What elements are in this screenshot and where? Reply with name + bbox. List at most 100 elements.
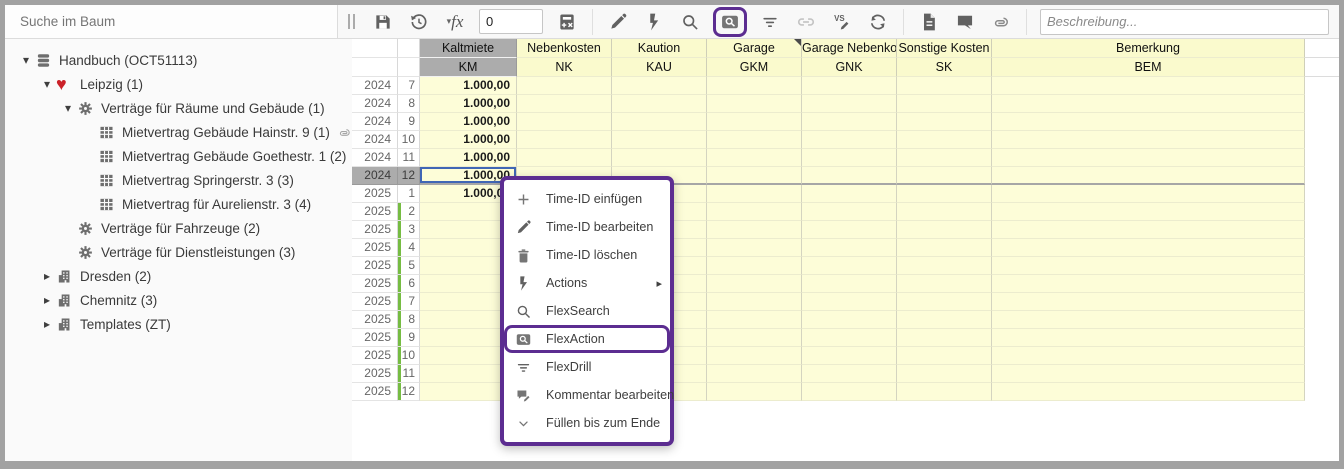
cell-bem-2024-10[interactable]	[992, 131, 1305, 149]
cell-gkm-2025-12[interactable]	[707, 383, 802, 401]
cell-kau-2024-9[interactable]	[612, 113, 707, 131]
cell-gkm-2025-3[interactable]	[707, 221, 802, 239]
tree-item[interactable]: Mietvertrag Gebäude Goethestr. 1 (2)	[5, 144, 352, 168]
cell-gnk-2025-9[interactable]	[802, 329, 897, 347]
cell-sk-2025-1[interactable]	[897, 185, 992, 203]
cell-sk-2025-4[interactable]	[897, 239, 992, 257]
expander-right-icon[interactable]: ▸	[38, 269, 56, 283]
cell-bem-2025-7[interactable]	[992, 293, 1305, 311]
cell-kau-2024-10[interactable]	[612, 131, 707, 149]
cell-gkm-2025-8[interactable]	[707, 311, 802, 329]
menu-item-actions[interactable]: Actions▸	[504, 269, 670, 297]
cell-gkm-2024-7[interactable]	[707, 77, 802, 95]
cell-sk-2025-9[interactable]	[897, 329, 992, 347]
cell-bem-2024-12[interactable]	[992, 167, 1305, 185]
tree-item[interactable]: ▸Dresden (2)	[5, 264, 352, 288]
row-header-month[interactable]: 4	[398, 239, 420, 257]
cell-gnk-2024-9[interactable]	[802, 113, 897, 131]
cell-sk-2025-8[interactable]	[897, 311, 992, 329]
cell-gnk-2025-1[interactable]	[802, 185, 897, 203]
cell-nk-2024-11[interactable]	[517, 149, 612, 167]
tree-item[interactable]: ▾♥Leipzig (1)	[5, 72, 352, 96]
row-header-year[interactable]: 2025	[352, 203, 398, 221]
row-header-month[interactable]: 1	[398, 185, 420, 203]
cell-gnk-2025-11[interactable]	[802, 365, 897, 383]
row-header-month[interactable]: 6	[398, 275, 420, 293]
column-header-nk[interactable]: NK	[517, 58, 612, 77]
row-header-month[interactable]: 9	[398, 113, 420, 131]
cell-kau-2024-8[interactable]	[612, 95, 707, 113]
cell-sk-2025-10[interactable]	[897, 347, 992, 365]
expander-right-icon[interactable]: ▸	[38, 317, 56, 331]
tree-item[interactable]: ▸Templates (ZT)	[5, 312, 352, 336]
cell-gnk-2024-12[interactable]	[802, 167, 897, 185]
cell-nk-2024-7[interactable]	[517, 77, 612, 95]
column-header-sk[interactable]: Sonstige Kosten	[897, 39, 992, 58]
link-icon-button[interactable]	[793, 9, 819, 35]
actions-icon-button[interactable]	[641, 9, 667, 35]
tree-item[interactable]: Verträge für Dienstleistungen (3)	[5, 240, 352, 264]
cell-sk-2025-5[interactable]	[897, 257, 992, 275]
history-icon-button[interactable]	[406, 9, 432, 35]
menu-item-time-id-bearbeiten[interactable]: Time-ID bearbeiten	[504, 213, 670, 241]
row-header-month[interactable]: 8	[398, 311, 420, 329]
cell-gnk-2025-8[interactable]	[802, 311, 897, 329]
row-header-month[interactable]: 12	[398, 167, 420, 185]
cell-bem-2025-3[interactable]	[992, 221, 1305, 239]
cell-gnk-2025-4[interactable]	[802, 239, 897, 257]
row-header-month[interactable]: 2	[398, 203, 420, 221]
row-header-year[interactable]: 2025	[352, 239, 398, 257]
row-header-year[interactable]: 2024	[352, 167, 398, 185]
cell-kau-2024-11[interactable]	[612, 149, 707, 167]
row-header-year[interactable]: 2024	[352, 77, 398, 95]
comment-icon-button[interactable]	[952, 9, 978, 35]
row-header-year[interactable]: 2024	[352, 149, 398, 167]
tree-item[interactable]: Mietvertrag für Aurelienstr. 3 (4)	[5, 192, 352, 216]
cell-gkm-2025-7[interactable]	[707, 293, 802, 311]
row-header-month[interactable]: 10	[398, 347, 420, 365]
cell-bem-2024-7[interactable]	[992, 77, 1305, 95]
cell-gkm-2024-11[interactable]	[707, 149, 802, 167]
cell-km-2024-11[interactable]: 1.000,00	[420, 149, 517, 167]
flex-action-icon-button[interactable]	[713, 7, 747, 37]
row-header-month[interactable]: 5	[398, 257, 420, 275]
row-header-year[interactable]: 2025	[352, 311, 398, 329]
column-header-gnk[interactable]: Garage Nebenkosten	[802, 39, 897, 58]
expander-down-icon[interactable]: ▾	[17, 53, 35, 67]
row-header-month[interactable]: 10	[398, 131, 420, 149]
cell-sk-2025-3[interactable]	[897, 221, 992, 239]
row-header-year[interactable]: 2025	[352, 347, 398, 365]
row-header-month[interactable]: 7	[398, 293, 420, 311]
menu-item-time-id-l-schen[interactable]: Time-ID löschen	[504, 241, 670, 269]
cell-gnk-2024-10[interactable]	[802, 131, 897, 149]
formula-icon[interactable]: ▾fx	[442, 9, 468, 35]
tree-item[interactable]: Mietvertrag Springerstr. 3 (3)	[5, 168, 352, 192]
cell-sk-2024-8[interactable]	[897, 95, 992, 113]
cell-sk-2025-2[interactable]	[897, 203, 992, 221]
cell-gkm-2024-12[interactable]	[707, 167, 802, 185]
cell-gnk-2024-11[interactable]	[802, 149, 897, 167]
cell-gkm-2025-2[interactable]	[707, 203, 802, 221]
cell-km-2024-10[interactable]: 1.000,00	[420, 131, 517, 149]
cell-gnk-2025-5[interactable]	[802, 257, 897, 275]
cell-gnk-2024-7[interactable]	[802, 77, 897, 95]
cell-bem-2025-6[interactable]	[992, 275, 1305, 293]
cell-nk-2024-9[interactable]	[517, 113, 612, 131]
cell-gkm-2024-9[interactable]	[707, 113, 802, 131]
expander-down-icon[interactable]: ▾	[38, 77, 56, 91]
document-icon-button[interactable]	[916, 9, 942, 35]
save-icon-button[interactable]	[370, 9, 396, 35]
row-header-year[interactable]: 2025	[352, 365, 398, 383]
tree-item[interactable]: ▾Verträge für Räume und Gebäude (1)	[5, 96, 352, 120]
cell-bem-2025-9[interactable]	[992, 329, 1305, 347]
row-header-year[interactable]: 2025	[352, 185, 398, 203]
menu-item-time-id-einf-gen[interactable]: Time-ID einfügen	[504, 185, 670, 213]
column-header-kau[interactable]: KAU	[612, 58, 707, 77]
calculator-icon-button[interactable]	[554, 9, 580, 35]
cell-sk-2024-10[interactable]	[897, 131, 992, 149]
cell-km-2024-7[interactable]: 1.000,00	[420, 77, 517, 95]
row-header-year[interactable]: 2025	[352, 293, 398, 311]
row-header-month[interactable]: 9	[398, 329, 420, 347]
cell-sk-2024-11[interactable]	[897, 149, 992, 167]
cell-sk-2024-9[interactable]	[897, 113, 992, 131]
